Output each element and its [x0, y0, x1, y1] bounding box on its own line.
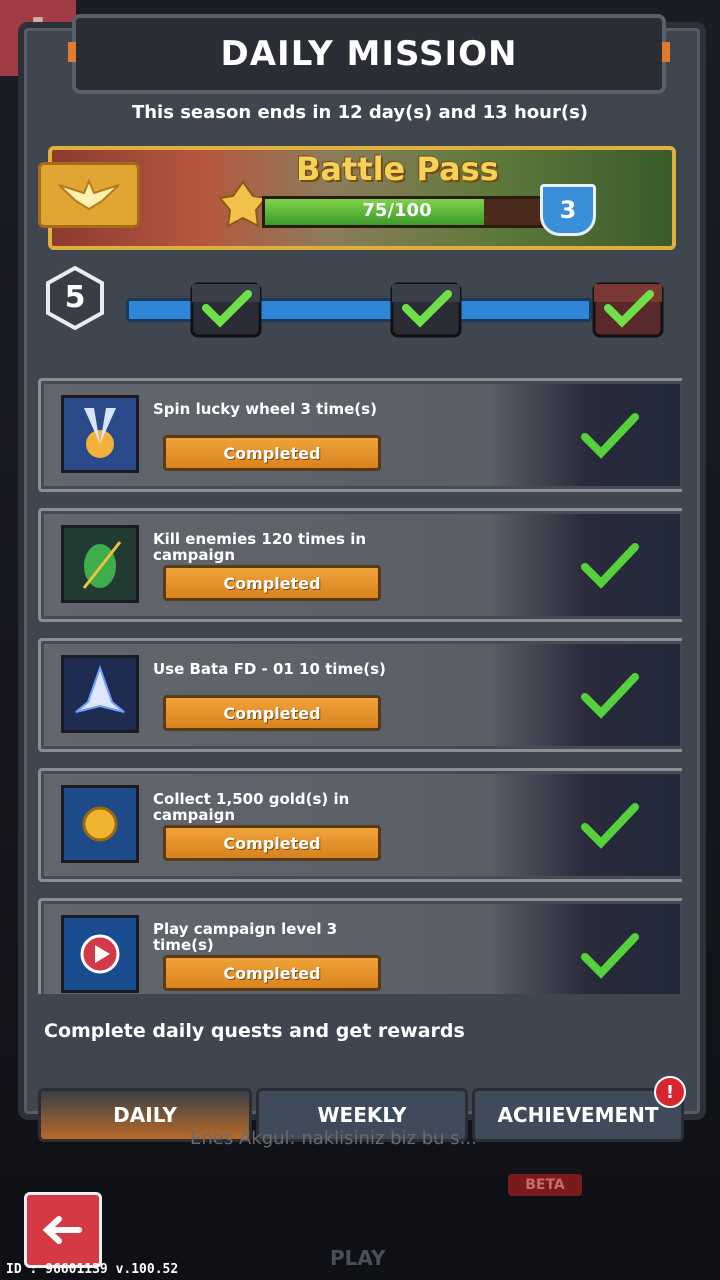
battle-pass-title: Battle Pass [296, 150, 499, 188]
checkmark-icon [581, 673, 639, 719]
footer-hint: Complete daily quests and get rewards [44, 1020, 465, 1042]
mission-item: Play campaign level 3 time(s) Completed [38, 898, 682, 994]
lucky-wheel-icon [61, 395, 139, 473]
mission-description: Spin lucky wheel 3 time(s) [153, 400, 377, 418]
mission-item: Spin lucky wheel 3 time(s) Completed [38, 378, 682, 492]
battle-pass-progress-text: 75/100 [362, 200, 432, 221]
battle-pass-level-badge: 3 [540, 184, 596, 236]
checkmark-icon [581, 543, 639, 589]
chat-preview: Enes Akgul: naklisiniz biz bu s... [190, 1128, 477, 1149]
checkmark-icon [581, 803, 639, 849]
mission-description: Collect 1,500 gold(s) in campaign [153, 790, 350, 824]
chest-check-icon[interactable] [186, 272, 266, 342]
mission-item: Collect 1,500 gold(s) in campaign Comple… [38, 768, 682, 882]
achievement-alert-badge: ! [654, 1076, 686, 1108]
beta-badge: BETA [508, 1174, 582, 1196]
mission-description: Play campaign level 3 time(s) [153, 920, 338, 954]
title-plate: DAILY MISSION [68, 14, 670, 94]
mission-item: Kill enemies 120 times in campaign Compl… [38, 508, 682, 622]
mission-status-button[interactable]: Completed [163, 695, 381, 731]
mission-list[interactable]: Spin lucky wheel 3 time(s) Completed Kil… [38, 378, 682, 994]
play-campaign-icon [61, 915, 139, 993]
player-id-version: ID : 96601139 v.100.52 [6, 1262, 179, 1277]
mission-description: Use Bata FD - 01 10 time(s) [153, 660, 386, 678]
chest-check-icon[interactable] [588, 272, 668, 342]
gold-coin-icon [61, 785, 139, 863]
mission-status-button[interactable]: Completed [163, 565, 381, 601]
current-level-number: 5 [64, 280, 86, 315]
page-title: DAILY MISSION [220, 34, 518, 74]
checkmark-icon [581, 933, 639, 979]
mission-status-button[interactable]: Completed [163, 825, 381, 861]
tab-achievement[interactable]: ACHIEVEMENT [472, 1088, 684, 1142]
battle-pass-wings-icon [38, 162, 140, 228]
mission-status-button[interactable]: Completed [163, 435, 381, 471]
mission-status-button[interactable]: Completed [163, 955, 381, 991]
checkmark-icon [581, 413, 639, 459]
battle-pass-emblem-icon [218, 180, 268, 228]
back-button[interactable] [24, 1192, 102, 1268]
enemy-kill-icon [61, 525, 139, 603]
chest-check-icon[interactable] [386, 272, 466, 342]
arrow-left-icon [43, 1216, 82, 1244]
spaceship-icon [61, 655, 139, 733]
mission-item: Use Bata FD - 01 10 time(s) Completed [38, 638, 682, 752]
play-label[interactable]: PLAY [330, 1246, 385, 1270]
season-countdown: This season ends in 12 day(s) and 13 hou… [131, 102, 589, 123]
mission-description: Kill enemies 120 times in campaign [153, 530, 367, 564]
